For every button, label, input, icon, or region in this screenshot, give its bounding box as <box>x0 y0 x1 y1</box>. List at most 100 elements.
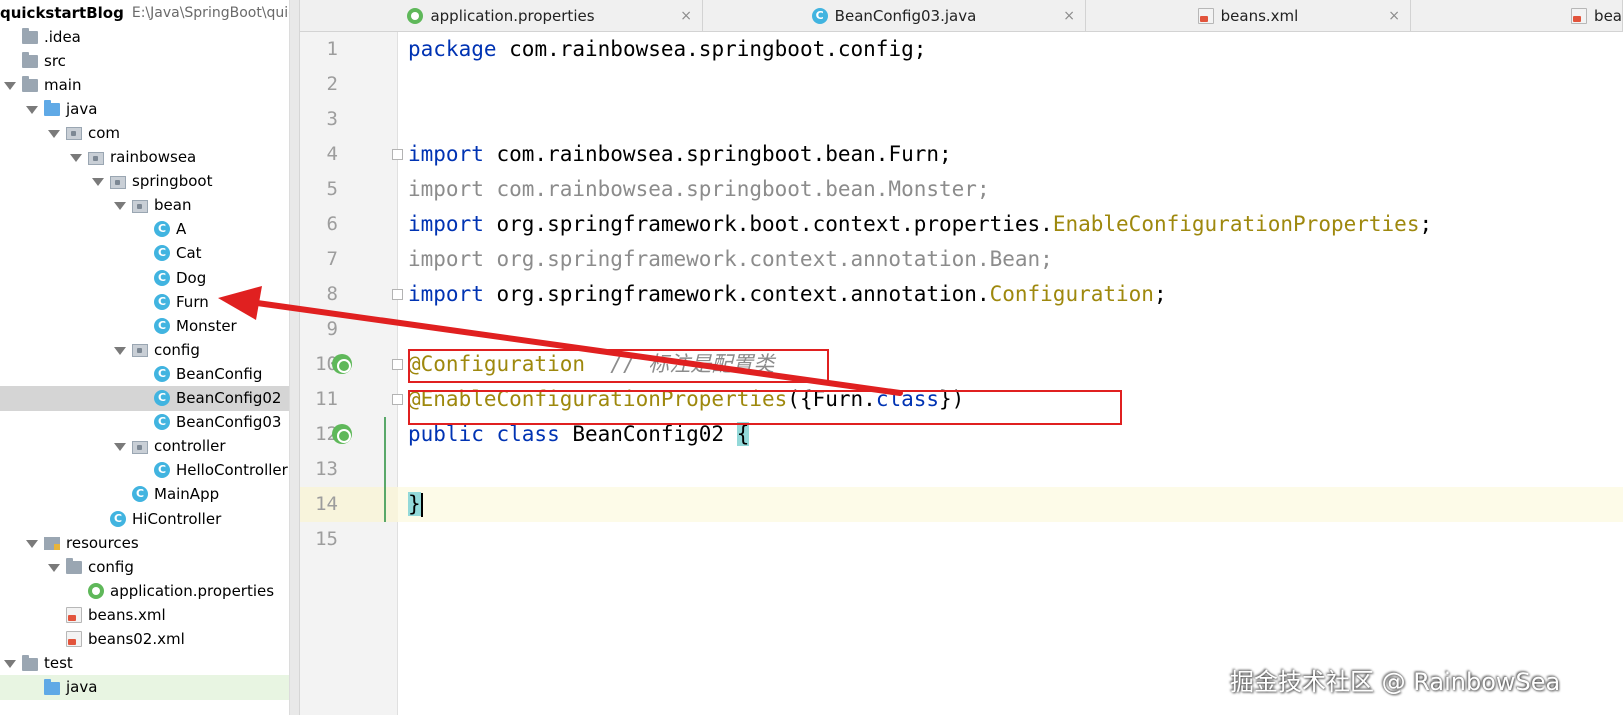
xml-file-icon <box>1197 8 1214 24</box>
tree-item-test[interactable]: test <box>0 651 290 676</box>
tree-item-cat[interactable]: C Cat <box>0 241 290 266</box>
tree-item-beanconfig03[interactable]: C BeanConfig03 <box>0 410 290 435</box>
project-path: E:\Java\SpringBoot\quick <box>131 4 300 21</box>
tree-item-java[interactable]: java <box>0 96 290 121</box>
tree-root[interactable]: quickstartBlog E:\Java\SpringBoot\quick <box>0 0 299 25</box>
tree-item-bean[interactable]: bean <box>0 193 290 218</box>
tree-item-config[interactable]: config <box>0 337 290 362</box>
tree-item-label: beans02.xml <box>88 630 185 648</box>
package-icon <box>132 440 148 454</box>
folder-icon <box>22 52 38 69</box>
fold-marker[interactable] <box>392 289 403 300</box>
chevron-down-icon[interactable] <box>114 345 126 355</box>
tree-item-hicontroller[interactable]: C HiController <box>0 506 290 531</box>
tree-item-rainbowsea[interactable]: rainbowsea <box>0 145 290 170</box>
annotation-ref: EnableConfigurationProperties <box>1052 212 1420 236</box>
tree-item-beanconfig[interactable]: C BeanConfig <box>0 361 290 386</box>
keyword: import <box>408 282 484 306</box>
class-icon: C <box>154 365 170 382</box>
spring-config-gutter-icon[interactable] <box>332 354 352 374</box>
tree-item-label: bean <box>154 196 192 215</box>
close-icon[interactable]: × <box>1063 8 1075 24</box>
tree-item-label: config <box>88 557 134 576</box>
chevron-down-icon[interactable] <box>26 104 38 114</box>
tree-item-main[interactable]: main <box>0 72 290 97</box>
keyword: import <box>408 212 484 236</box>
xml-file-icon <box>66 606 82 623</box>
tree-item-config[interactable]: config <box>0 554 290 579</box>
line-number: 7 <box>326 248 338 270</box>
chevron-down-icon[interactable] <box>48 128 60 138</box>
tree-item-label: resources <box>66 533 139 552</box>
tree-item-label: A <box>176 220 187 239</box>
fold-marker[interactable] <box>392 359 403 370</box>
tree-item-src[interactable]: src <box>0 48 290 73</box>
spring-bean-gutter-icon[interactable] <box>332 424 352 444</box>
chevron-down-icon[interactable] <box>70 152 82 162</box>
tree-item-beans02-xml[interactable]: beans02.xml <box>0 627 290 652</box>
tab-application-properties[interactable]: application.properties × <box>300 0 703 31</box>
chevron-down-icon[interactable] <box>4 80 16 90</box>
package-icon <box>66 127 82 141</box>
tree-item-java[interactable]: java <box>0 674 290 700</box>
chevron-down-icon[interactable] <box>48 562 60 572</box>
tree-item-application-properties[interactable]: application.properties <box>0 578 290 603</box>
class-icon: C <box>811 8 828 24</box>
code-line-1: package com.rainbowsea.springboot.config… <box>408 32 926 67</box>
close-icon[interactable]: × <box>680 8 692 24</box>
tree-item-hellocontroller[interactable]: C HelloController <box>0 458 290 483</box>
folder-icon <box>22 76 38 93</box>
tree-item-label: test <box>44 654 73 673</box>
chevron-down-icon[interactable] <box>114 200 126 211</box>
class-icon: C <box>154 293 170 310</box>
line-number: 11 <box>315 388 338 410</box>
tree-item-beanconfig02[interactable]: C BeanConfig02 <box>0 385 290 411</box>
tree-item-label: com <box>88 123 121 142</box>
chevron-down-icon[interactable] <box>114 441 126 452</box>
project-tree: quickstartBlog E:\Java\SpringBoot\quick … <box>0 0 300 715</box>
tree-item-mainapp[interactable]: C MainApp <box>0 482 290 507</box>
tree-item-monster[interactable]: C Monster <box>0 313 290 338</box>
tree-item--idea[interactable]: .idea <box>0 24 290 49</box>
chevron-down-icon[interactable] <box>4 658 16 669</box>
current-line-highlight <box>398 487 1623 522</box>
tree-item-label: .idea <box>44 27 81 46</box>
code-line-6: import org.springframework.boot.context.… <box>408 207 1432 242</box>
chevron-down-icon[interactable] <box>26 538 38 548</box>
keyword: public class <box>408 422 560 446</box>
resources-folder-icon <box>44 537 60 551</box>
vcs-change-marker <box>384 417 386 522</box>
tree-item-springboot[interactable]: springboot <box>0 169 290 194</box>
package-icon <box>88 151 104 165</box>
matched-brace: } <box>408 492 421 516</box>
tree-item-controller[interactable]: controller <box>0 434 290 459</box>
line-number: 1 <box>326 38 338 60</box>
chevron-down-icon[interactable] <box>92 176 104 187</box>
tree-item-label: config <box>154 340 200 359</box>
line-number: 15 <box>315 528 338 550</box>
code-text: org.springframework.context.annotation. <box>483 282 990 306</box>
text-caret <box>420 493 423 517</box>
fold-marker[interactable] <box>392 394 403 405</box>
tree-item-resources[interactable]: resources <box>0 530 290 555</box>
tab-beans-xml[interactable]: beans.xml × <box>1086 0 1411 31</box>
tree-item-dog[interactable]: C Dog <box>0 265 290 290</box>
class-icon: C <box>154 269 170 286</box>
code-line-8: import org.springframework.context.annot… <box>408 277 1167 312</box>
tree-item-com[interactable]: com <box>0 120 290 145</box>
keyword: package <box>408 37 497 61</box>
class-icon: C <box>154 317 170 334</box>
tab-beanconfig03-java[interactable]: C BeanConfig03.java × <box>703 0 1086 31</box>
fold-marker[interactable] <box>392 149 403 160</box>
code-text: org.springframework.boot.context.propert… <box>483 212 1053 236</box>
tree-item-furn[interactable]: C Furn <box>0 289 290 314</box>
package-icon <box>132 199 148 213</box>
matched-brace: { <box>736 422 750 446</box>
tree-item-a[interactable]: CA <box>0 217 290 242</box>
tree-item-label: HiController <box>132 509 222 528</box>
close-icon[interactable]: × <box>1388 8 1400 24</box>
code-text: com.rainbowsea.springboot.config; <box>496 37 927 61</box>
tree-scrollbar[interactable] <box>289 0 299 715</box>
tree-item-beans-xml[interactable]: beans.xml <box>0 602 290 627</box>
tab-bea-truncated[interactable]: bea <box>1411 0 1623 31</box>
